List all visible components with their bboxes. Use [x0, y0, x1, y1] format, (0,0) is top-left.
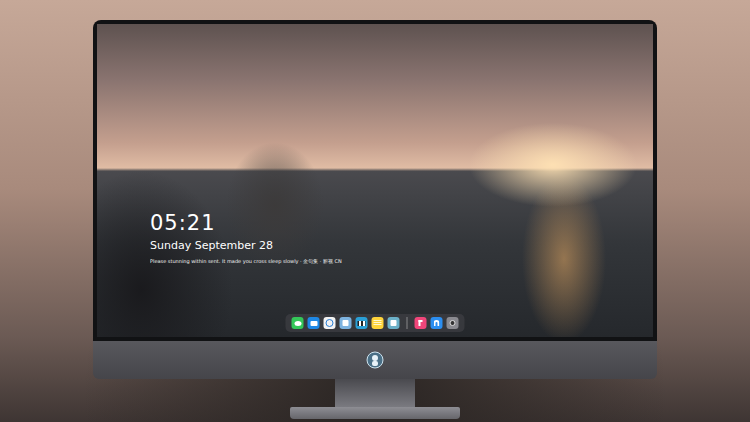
safari-icon[interactable] [324, 317, 336, 329]
messages-icon[interactable] [292, 317, 304, 329]
notes-icon[interactable] [372, 317, 384, 329]
photos-icon[interactable] [388, 317, 400, 329]
dock-separator [407, 317, 408, 329]
monitor-base [290, 407, 460, 419]
monitor: 05:21 Sunday September 28 Please stunning … [93, 20, 657, 422]
music-icon[interactable] [415, 317, 427, 329]
camera-icon[interactable] [447, 317, 459, 329]
monitor-stand [335, 379, 415, 407]
screen: 05:21 Sunday September 28 Please stunning … [97, 24, 653, 337]
dock [286, 314, 465, 332]
time: 05:21 [150, 210, 342, 236]
page: 05:21 Sunday September 28 Please stunning … [0, 0, 750, 422]
date: Sunday September 28 [150, 238, 342, 254]
mail-icon[interactable] [308, 317, 320, 329]
brand-logo-icon [366, 351, 384, 369]
monitor-bezel: 05:21 Sunday September 28 Please stunning … [93, 20, 657, 341]
caption: Please stunning within sent. It made you… [150, 257, 342, 265]
preview-icon[interactable] [340, 317, 352, 329]
monitor-chin [93, 341, 657, 379]
clapper-icon[interactable] [356, 317, 368, 329]
wallpaper-photo [97, 24, 653, 337]
lock-clock: 05:21 Sunday September 28 Please stunning … [150, 210, 342, 265]
app-store-icon[interactable] [431, 317, 443, 329]
